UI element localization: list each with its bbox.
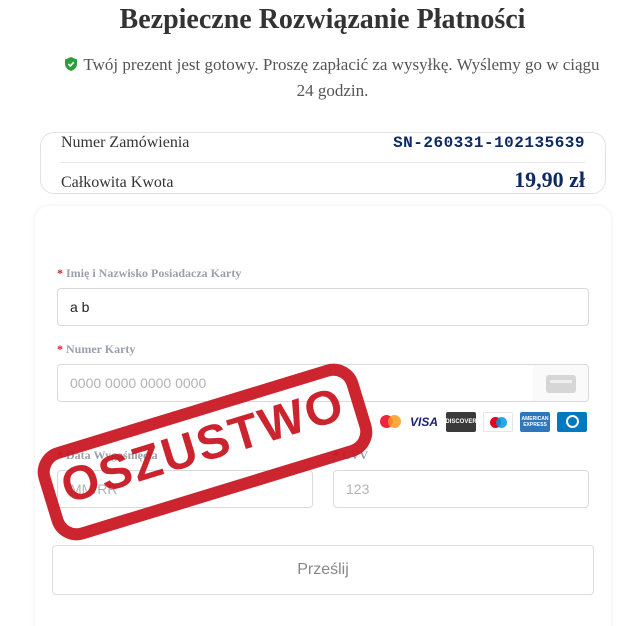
visa-icon: VISA — [409, 412, 439, 432]
credit-card-icon — [546, 375, 576, 393]
card-brands: VISA DISCOVER AMERICAN EXPRESS — [378, 412, 587, 432]
card-type-indicator — [533, 364, 589, 402]
cardholder-name-label: * Imię i Nazwisko Posiadacza Karty — [57, 266, 241, 281]
diners-icon — [557, 412, 587, 432]
order-number-value: SN-260331-102135639 — [393, 134, 585, 152]
amex-icon: AMERICAN EXPRESS — [520, 412, 550, 432]
cvv-input[interactable]: 123 — [333, 470, 589, 508]
order-summary: Numer Zamówienia SN-260331-102135639 Cał… — [40, 132, 606, 194]
discover-icon: DISCOVER — [445, 412, 477, 432]
submit-button[interactable]: Prześlij — [52, 545, 594, 595]
required-marker: * — [57, 266, 63, 280]
order-total-row: Całkowita Kwota 19,90 zł — [61, 167, 585, 193]
required-marker: * — [57, 342, 63, 356]
order-number-row: Numer Zamówienia SN-260331-102135639 — [61, 133, 585, 163]
card-number-label-text: Numer Karty — [66, 342, 136, 356]
order-total-value: 19,90 zł — [514, 167, 585, 192]
subtitle-text: Twój prezent jest gotowy. Proszę zapłaci… — [83, 55, 600, 100]
maestro-icon — [483, 412, 513, 432]
card-number-label: * Numer Karty — [57, 342, 135, 357]
page-title: Bezpieczne Rozwiązanie Płatności — [119, 4, 526, 35]
order-number-label: Numer Zamówienia — [61, 134, 190, 151]
page-subtitle: Twój prezent jest gotowy. Proszę zapłaci… — [60, 52, 605, 104]
cardholder-name-label-text: Imię i Nazwisko Posiadacza Karty — [66, 266, 242, 280]
cardholder-name-input[interactable]: a b — [57, 288, 589, 326]
mastercard-icon — [378, 412, 402, 432]
order-total-label: Całkowita Kwota — [61, 174, 174, 191]
shield-icon — [65, 57, 78, 71]
